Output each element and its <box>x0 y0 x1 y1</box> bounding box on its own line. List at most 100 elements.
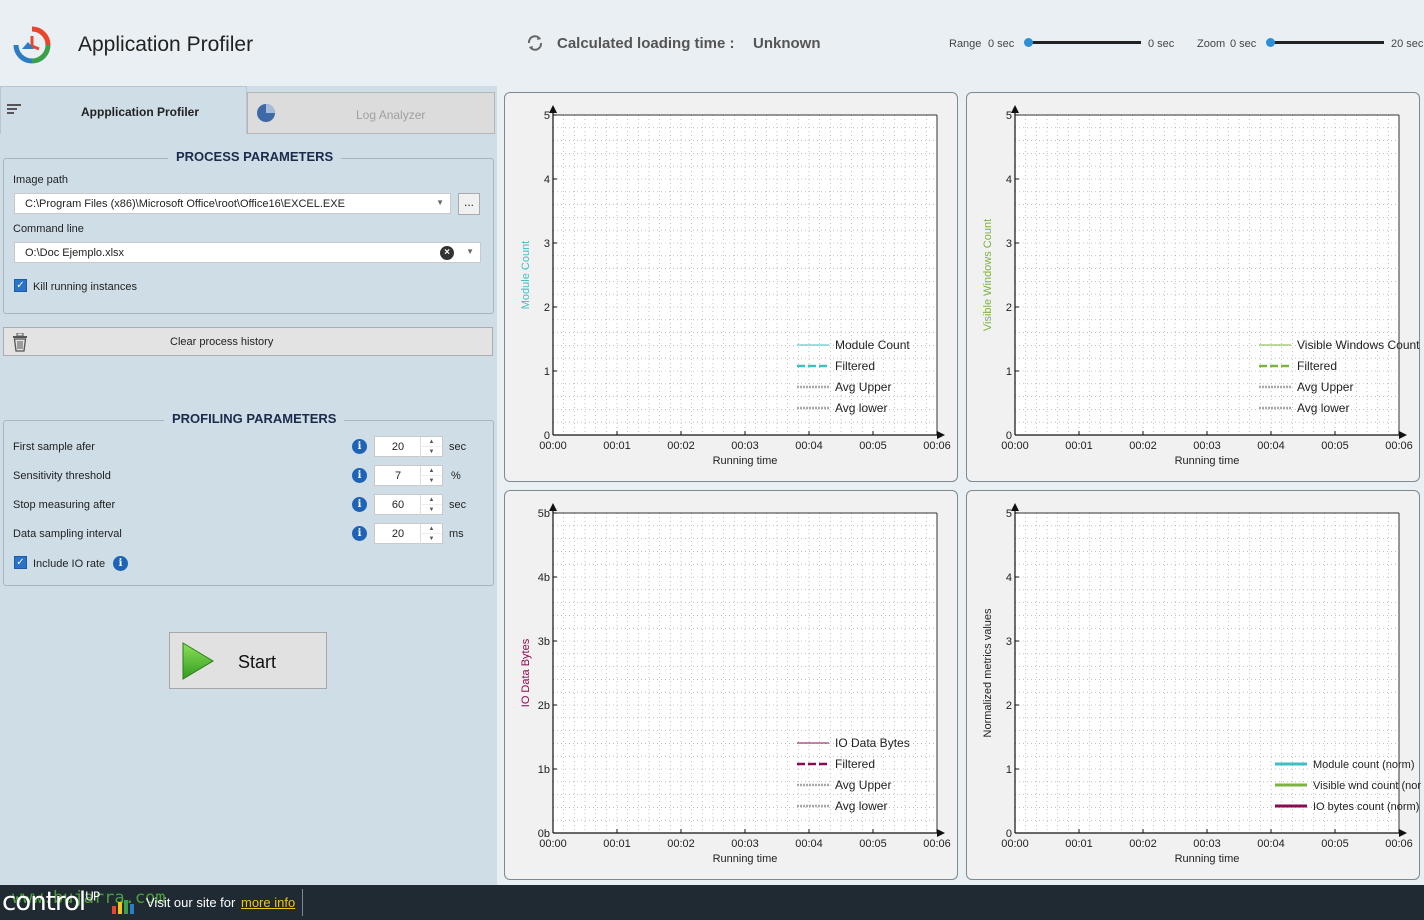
start-label: Start <box>238 652 277 672</box>
io-data-bytes-chart: 00:00 00:01 00:02 00:03 00:04 00:05 00:06 0b 1b 2… <box>504 490 958 880</box>
x-tick-label: 00:02 <box>1129 838 1157 850</box>
left-panel: Appplication Profiler Log Analyzer PROCE… <box>0 86 497 885</box>
stepper-up-icon[interactable]: ▲ <box>420 437 442 447</box>
legend-label: Avg Upper <box>835 380 891 394</box>
pie-chart-icon <box>257 104 275 122</box>
y-tick-label: 4 <box>1006 572 1012 584</box>
visible-windows-chart: 00:00 00:01 00:02 00:03 00:04 00:05 00:06 0 1 2 3 4… <box>966 92 1420 482</box>
kill-instances-checkbox[interactable]: ✓ <box>14 279 27 292</box>
stepper-down-icon[interactable]: ▼ <box>420 534 442 544</box>
kill-instances-label: Kill running instances <box>33 281 137 293</box>
range-label: Range <box>949 38 982 50</box>
y-axis-arrow <box>549 105 557 113</box>
tab-application-profiler[interactable]: Appplication Profiler <box>0 86 247 134</box>
zoom-slider-track[interactable] <box>1268 41 1384 44</box>
x-tick-label: 00:02 <box>667 838 695 850</box>
stepper-down-icon[interactable]: ▼ <box>420 505 442 515</box>
y-axis-arrow <box>549 503 557 511</box>
image-path-value: C:\Program Files (x86)\Microsoft Office\… <box>25 198 345 210</box>
stepper-up-icon[interactable]: ▲ <box>420 495 442 505</box>
range-slider-track[interactable] <box>1027 41 1141 44</box>
refresh-icon[interactable] <box>526 34 544 52</box>
y-axis-label: IO Data Bytes <box>520 638 532 707</box>
command-line-combo[interactable]: O:\Doc Ejemplo.xlsx × ▼ <box>14 242 481 263</box>
range-slider-thumb[interactable] <box>1024 38 1033 47</box>
sampling-interval-stepper[interactable]: 20 ▲ ▼ <box>374 523 443 544</box>
stepper-down-icon[interactable]: ▼ <box>420 476 442 486</box>
app-logo-icon <box>13 26 51 64</box>
clear-icon[interactable]: × <box>440 246 454 260</box>
y-tick-label: 1 <box>1006 366 1012 378</box>
y-tick-label: 4 <box>544 174 550 186</box>
image-path-label: Image path <box>13 174 69 186</box>
tab-log-analyzer[interactable]: Log Analyzer <box>247 92 495 134</box>
x-tick-label: 00:04 <box>795 440 823 452</box>
dropdown-arrow-icon[interactable]: ▼ <box>466 247 474 256</box>
app-title: Application Profiler <box>78 33 254 56</box>
brand-bars-icon <box>112 900 134 914</box>
x-tick-label: 00:01 <box>1065 838 1093 850</box>
tab-label: Appplication Profiler <box>81 105 200 119</box>
x-tick-label: 00:05 <box>859 440 887 452</box>
tab-label: Log Analyzer <box>356 108 426 122</box>
first-sample-stepper[interactable]: 20 ▲ ▼ <box>374 436 443 457</box>
x-tick-label: 00:05 <box>859 838 887 850</box>
y-tick-label: 0b <box>538 828 550 840</box>
dropdown-arrow-icon[interactable]: ▼ <box>436 198 444 207</box>
info-icon[interactable]: i <box>352 526 367 541</box>
info-icon[interactable]: i <box>352 468 367 483</box>
y-tick-label: 3 <box>544 238 550 250</box>
include-io-checkbox[interactable]: ✓ <box>14 556 27 569</box>
y-axis-label: Normalized metrics values <box>982 608 994 737</box>
x-tick-label: 00:04 <box>1257 440 1285 452</box>
x-axis-arrow <box>937 431 945 439</box>
x-axis-label: Running time <box>1175 853 1240 865</box>
x-tick-label: 00:05 <box>1321 440 1349 452</box>
sensitivity-stepper[interactable]: 7 ▲ ▼ <box>374 465 443 486</box>
clear-history-button[interactable]: Clear process history <box>3 327 493 356</box>
chart-svg: 00:00 00:01 00:02 00:03 00:04 00:05 00:0601234… <box>520 105 951 467</box>
browse-button[interactable]: ... <box>458 193 480 215</box>
y-tick-label: 4b <box>538 572 550 584</box>
legend-label: IO bytes count (norm) <box>1313 801 1419 813</box>
chart-svg: 00:00 00:01 00:02 00:03 00:04 00:05 00:0601234… <box>982 503 1421 865</box>
y-tick-label: 1b <box>538 764 550 776</box>
legend-label: Avg Upper <box>835 778 891 792</box>
y-tick-label: 2 <box>1006 700 1012 712</box>
sensitivity-label: Sensitivity threshold <box>13 470 111 482</box>
info-icon[interactable]: i <box>113 556 128 571</box>
x-tick-label: 00:01 <box>1065 440 1093 452</box>
start-button[interactable]: Start <box>169 632 327 689</box>
command-line-label: Command line <box>13 223 84 235</box>
y-tick-label: 3 <box>1006 238 1012 250</box>
zoom-slider-thumb[interactable] <box>1266 38 1275 47</box>
x-axis-label: Running time <box>1175 455 1240 467</box>
brand-name: control <box>2 887 86 917</box>
zoom-max-label: 20 sec <box>1391 38 1424 50</box>
image-path-combo[interactable]: C:\Program Files (x86)\Microsoft Office\… <box>14 193 451 214</box>
command-line-value: O:\Doc Ejemplo.xlsx <box>25 247 125 259</box>
loading-time-label: Calculated loading time : <box>557 35 735 52</box>
range-min-label: 0 sec <box>988 38 1015 50</box>
more-info-link[interactable]: more info <box>241 895 295 910</box>
sampling-interval-value: 20 <box>391 528 405 540</box>
include-io-label: Include IO rate <box>33 558 106 570</box>
chart-svg: 00:00 00:01 00:02 00:03 00:04 00:05 00:060b1b2… <box>520 503 951 865</box>
first-sample-unit: sec <box>449 441 467 453</box>
info-icon[interactable]: i <box>352 439 367 454</box>
stepper-down-icon[interactable]: ▼ <box>420 447 442 457</box>
legend-label: Module count (norm) <box>1313 759 1415 771</box>
brand-logo: controlUP <box>2 887 100 917</box>
menu-icon <box>7 104 21 114</box>
stop-measuring-stepper[interactable]: 60 ▲ ▼ <box>374 494 443 515</box>
x-tick-label: 00:01 <box>603 838 631 850</box>
x-tick-label: 00:03 <box>731 838 759 850</box>
stepper-up-icon[interactable]: ▲ <box>420 524 442 534</box>
stop-measuring-value: 60 <box>391 499 405 511</box>
stop-measuring-unit: sec <box>449 499 467 511</box>
info-icon[interactable]: i <box>352 497 367 512</box>
stepper-up-icon[interactable]: ▲ <box>420 466 442 476</box>
footer-bar: www.bujarra.com controlUP Visit our site… <box>0 885 1424 920</box>
zoom-label: Zoom <box>1197 38 1226 50</box>
x-tick-label: 00:06 <box>923 440 951 452</box>
